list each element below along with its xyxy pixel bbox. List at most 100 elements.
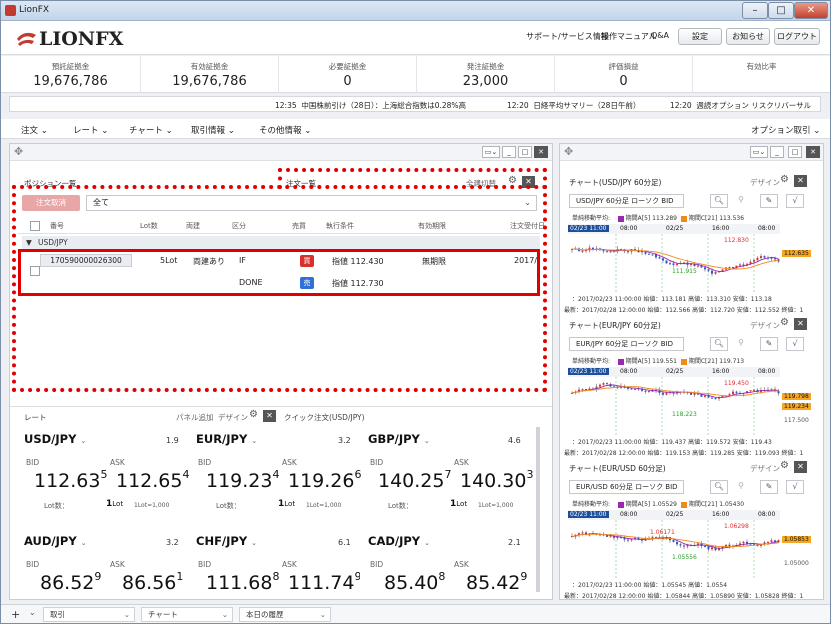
bid-price[interactable]: 112.635 xyxy=(34,468,107,492)
gear-icon[interactable]: ⚙ xyxy=(249,409,258,420)
menu-trade-info[interactable]: 取引情報 ⌄ xyxy=(191,124,235,136)
summary-order-margin: 発注証拠金 23,000 xyxy=(417,56,555,93)
rate-tile-eurjpy[interactable]: EUR/JPY ⌄ 3.2 BID ASK 119.234 119.266 Lo… xyxy=(192,428,361,518)
tab-chart[interactable]: チャート ⌄ xyxy=(141,607,233,622)
minimize-button[interactable]: – xyxy=(742,2,768,19)
zoom-in-icon[interactable]: 🔍︎ xyxy=(710,480,728,494)
ticker-item[interactable]: 12:20 日経平均サマリー（28日午前） xyxy=(507,100,640,111)
ticker-item[interactable]: 12:20 週読オプション リスクリバーサル xyxy=(670,100,811,111)
support-link[interactable]: サポート/サービス情報 xyxy=(526,31,609,42)
chart-settings-select[interactable]: EUR/USD 60分足 ローソク BID xyxy=(569,480,684,494)
zoom-out-icon[interactable]: ⚲ xyxy=(732,337,750,351)
bid-price[interactable]: 86.529 xyxy=(40,570,101,594)
ticker-item[interactable]: 12:35 中国株前引け（28日）：上海総合指数は0.28%高 xyxy=(275,100,466,111)
zoom-out-icon[interactable]: ⚲ xyxy=(732,480,750,494)
rate-tile-cadjpy[interactable]: CAD/JPY ⌄ 2.1 BID ASK 85.408 85.429 xyxy=(364,530,534,598)
pencil-icon[interactable]: ✎ xyxy=(760,337,778,351)
pencil-icon[interactable]: ✎ xyxy=(760,480,778,494)
minimize-panel-icon[interactable]: _ xyxy=(502,146,516,158)
quick-order-tab[interactable]: クイック注文(USD/JPY) xyxy=(284,412,365,423)
logout-button[interactable]: ログアウト xyxy=(774,28,820,45)
add-tab-icon[interactable]: + xyxy=(11,608,20,621)
design-link[interactable]: デザイン xyxy=(218,412,248,423)
layout-menu-icon[interactable]: ▭⌄ xyxy=(750,146,768,158)
candle xyxy=(581,250,584,252)
scrollbar[interactable] xyxy=(536,427,540,592)
rate-tile-gbpjpy[interactable]: GBP/JPY ⌄ 4.6 BID ASK 140.257 140.303 Lo… xyxy=(364,428,534,518)
bid-price[interactable]: 111.688 xyxy=(206,570,279,594)
candlestick-chart[interactable] xyxy=(568,224,780,292)
bid-price[interactable]: 85.408 xyxy=(384,570,445,594)
gear-icon[interactable]: ⚙ xyxy=(780,174,789,185)
close-icon[interactable]: ✕ xyxy=(794,318,807,330)
candlestick-chart[interactable] xyxy=(568,510,780,578)
news-ticker[interactable]: 12:35 中国株前引け（28日）：上海総合指数は0.28%高 12:20 日経… xyxy=(9,96,821,112)
close-icon[interactable]: ✕ xyxy=(794,461,807,473)
ask-price[interactable]: 140.303 xyxy=(460,468,533,492)
menu-option-trade[interactable]: オプション取引 ⌄ xyxy=(751,124,820,136)
move-handle-icon[interactable]: ✥ xyxy=(564,145,573,158)
trade-panel: ✥ ▭⌄ _ □ ✕ ポジション一覧 注文一覧 全建切替 ⚙ ✕ 注文取消 全て… xyxy=(9,143,553,600)
summary-effective-margin: 有効証拠金 19,676,786 xyxy=(141,56,279,93)
menu-order[interactable]: 注文 ⌄ xyxy=(21,124,48,136)
ask-price[interactable]: 85.429 xyxy=(466,570,527,594)
time-label: 02/23 11:00 xyxy=(568,368,609,375)
move-handle-icon[interactable]: ✥ xyxy=(14,145,23,158)
manual-link[interactable]: 操作マニュアル xyxy=(601,31,657,42)
close-icon[interactable]: ✕ xyxy=(263,410,276,422)
design-link[interactable]: デザイン xyxy=(750,320,780,331)
minimize-panel-icon[interactable]: _ xyxy=(770,146,784,158)
zoom-in-icon[interactable]: 🔍︎ xyxy=(710,337,728,351)
pencil-icon[interactable]: ✎ xyxy=(760,194,778,208)
news-button[interactable]: お知らせ xyxy=(726,28,770,45)
indicator-icon[interactable]: √ xyxy=(786,194,804,208)
tab-trade[interactable]: 取引 ⌄ xyxy=(43,607,135,622)
menu-other-info[interactable]: その他情報 ⌄ xyxy=(259,124,311,136)
close-icon[interactable]: ✕ xyxy=(794,175,807,187)
panel-add-link[interactable]: パネル追加 xyxy=(176,412,214,423)
chart-settings-select[interactable]: USD/JPY 60分足 ローソク BID xyxy=(569,194,684,208)
close-panel-icon[interactable]: ✕ xyxy=(806,146,820,158)
ask-price[interactable]: 112.654 xyxy=(116,468,189,492)
maximize-button[interactable]: □ xyxy=(768,2,794,19)
gear-icon[interactable]: ⚙ xyxy=(780,460,789,471)
tab-history[interactable]: 本日の履歴 ⌄ xyxy=(239,607,331,622)
rate-tile-usdjpy[interactable]: USD/JPY ⌄ 1.9 BID ASK 112.635 112.654 Lo… xyxy=(20,428,189,518)
time-label: 08:00 xyxy=(758,225,776,232)
candle xyxy=(609,536,612,538)
indicator-icon[interactable]: √ xyxy=(786,337,804,351)
zoom-out-icon[interactable]: ⚲ xyxy=(732,194,750,208)
design-link[interactable]: デザイン xyxy=(750,177,780,188)
bottom-tab-bar: + ⌄ 取引 ⌄ チャート ⌄ 本日の履歴 ⌄ xyxy=(1,604,830,623)
maximize-panel-icon[interactable]: □ xyxy=(788,146,802,158)
ask-price[interactable]: 119.266 xyxy=(288,468,361,492)
candle xyxy=(763,256,766,258)
qa-link[interactable]: Q&A xyxy=(651,31,669,40)
candle xyxy=(714,272,717,274)
rate-tile-audjpy[interactable]: AUD/JPY ⌄ 3.2 BID ASK 86.529 86.561 xyxy=(20,530,188,598)
chevron-down-icon[interactable]: ⌄ xyxy=(29,608,36,617)
close-window-button[interactable]: ✕ xyxy=(794,2,828,19)
ask-price[interactable]: 111.749 xyxy=(288,570,360,594)
maximize-panel-icon[interactable]: □ xyxy=(518,146,532,158)
menu-chart[interactable]: チャート ⌄ xyxy=(129,124,173,136)
close-panel-icon[interactable]: ✕ xyxy=(534,146,548,158)
candle xyxy=(627,539,629,541)
indicator-icon[interactable]: √ xyxy=(786,480,804,494)
gear-icon[interactable]: ⚙ xyxy=(780,317,789,328)
candle xyxy=(704,395,706,397)
rate-tile-chfjpy[interactable]: CHF/JPY ⌄ 6.1 BID ASK 111.688 111.749 xyxy=(192,530,360,598)
zoom-in-icon[interactable]: 🔍︎ xyxy=(710,194,728,208)
layout-menu-icon[interactable]: ▭⌄ xyxy=(482,146,500,158)
menu-rate[interactable]: レート ⌄ xyxy=(73,124,108,136)
design-link[interactable]: デザイン xyxy=(750,463,780,474)
bid-price[interactable]: 119.234 xyxy=(206,468,279,492)
title-bar: LionFX – □ ✕ xyxy=(1,1,830,21)
latest-info: 最新：2017/02/28 12:00:00 始値：119.153 高値：119… xyxy=(564,450,804,457)
app-icon xyxy=(5,5,16,16)
chart-settings-select[interactable]: EUR/JPY 60分足 ローソク BID xyxy=(569,337,684,351)
ask-price[interactable]: 86.561 xyxy=(122,570,183,594)
candlestick-chart[interactable] xyxy=(568,367,780,435)
settings-button[interactable]: 設定 xyxy=(678,28,722,45)
bid-price[interactable]: 140.257 xyxy=(378,468,451,492)
